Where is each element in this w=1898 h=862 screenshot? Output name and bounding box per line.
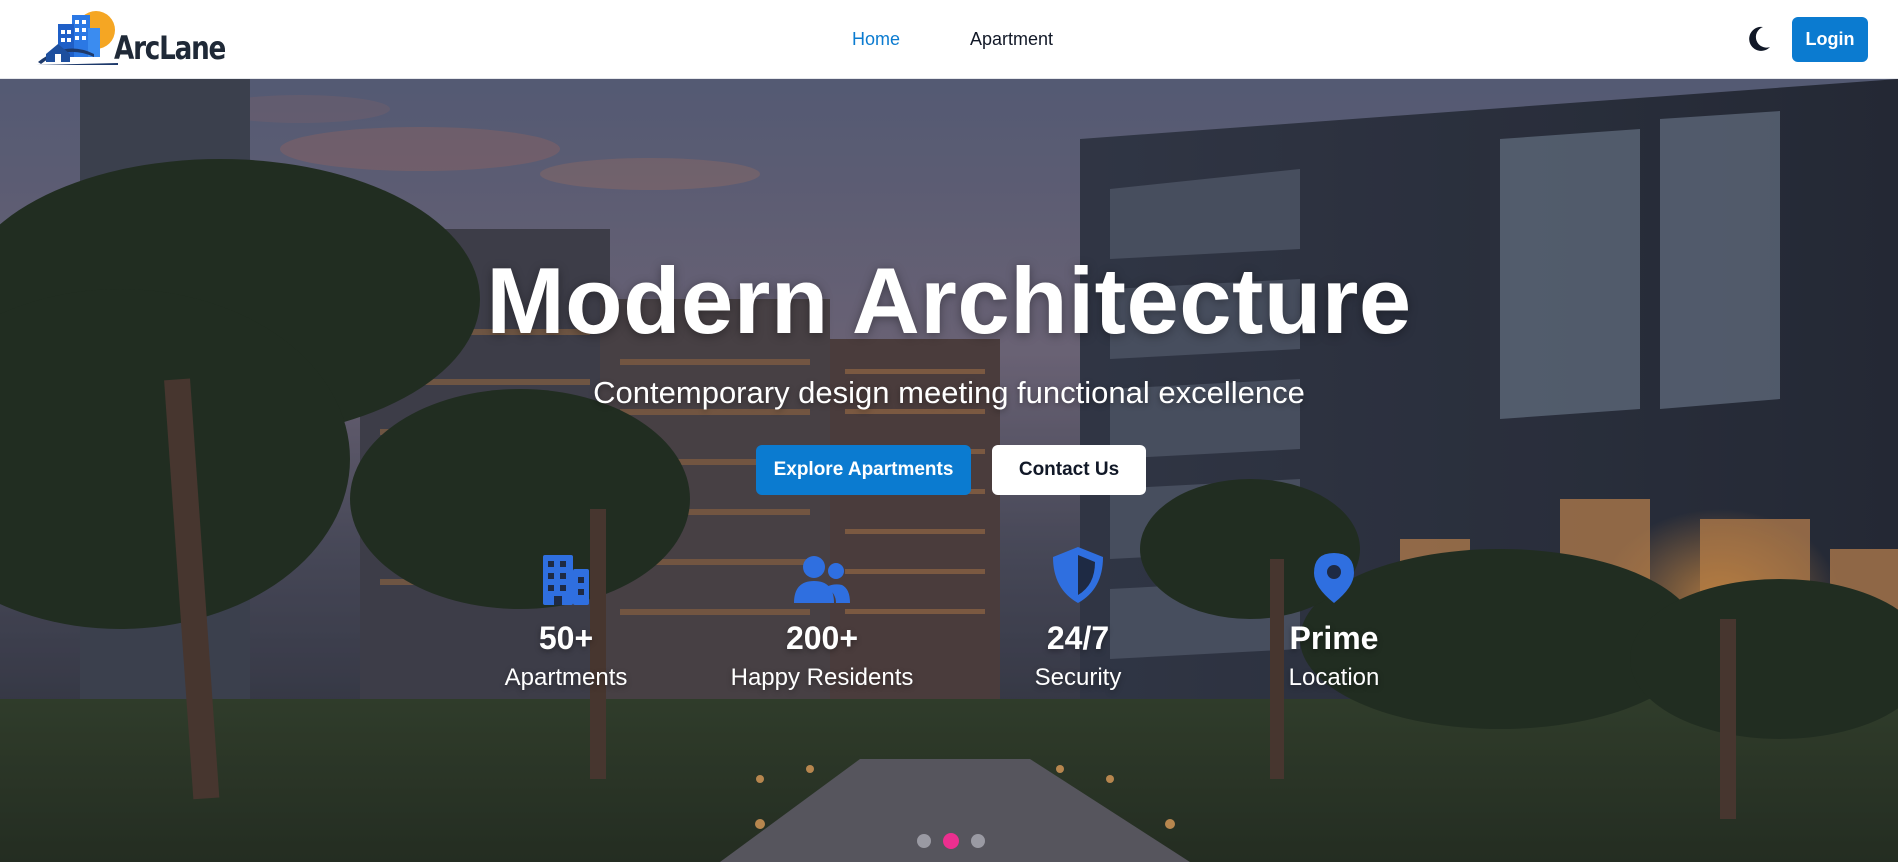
contact-us-button[interactable]: Contact Us: [992, 445, 1146, 495]
top-navbar: ArcLane Home Apartment Login: [0, 0, 1898, 79]
stat-happy-residents: 200+ Happy Residents: [712, 547, 932, 693]
stat-label: Apartments: [504, 664, 628, 691]
stat-label: Happy Residents: [730, 664, 914, 691]
stat-value: Prime: [1289, 620, 1379, 656]
carousel-indicators: [917, 833, 985, 849]
stat-apartments: 50+ Apartments: [456, 547, 676, 693]
stat-location: Prime Location: [1224, 547, 1444, 693]
stat-value: 24/7: [1046, 620, 1110, 656]
users-icon: [794, 556, 850, 603]
stat-security: 24/7 Security: [968, 547, 1188, 693]
nav-link-apartment[interactable]: Apartment: [970, 28, 1053, 50]
hero-section: Modern Architecture Contemporary design …: [0, 79, 1898, 862]
theme-toggle-button[interactable]: [1744, 24, 1774, 54]
shield-icon: [1053, 547, 1103, 603]
carousel-dot[interactable]: [971, 834, 985, 848]
main-nav: Home Apartment: [852, 28, 1053, 50]
nav-link-home[interactable]: Home: [852, 28, 900, 50]
hero-subtitle: Contemporary design meeting functional e…: [593, 375, 1305, 410]
explore-apartments-button[interactable]: Explore Apartments: [756, 445, 971, 495]
hero-actions: Explore Apartments Contact Us: [756, 445, 1146, 495]
logo-building-icon: [36, 11, 118, 65]
carousel-dot[interactable]: [917, 834, 931, 848]
stat-value: 50+: [538, 620, 594, 656]
map-pin-icon: [1314, 553, 1354, 603]
hero-title: Modern Architecture: [486, 248, 1412, 353]
moon-icon: [1749, 26, 1770, 51]
stat-label: Location: [1288, 664, 1380, 691]
stat-label: Security: [1034, 664, 1122, 691]
carousel-dot-active[interactable]: [943, 833, 959, 849]
login-button[interactable]: Login: [1792, 17, 1868, 62]
stat-value: 200+: [785, 620, 859, 656]
brand-logo[interactable]: ArcLane: [36, 10, 249, 66]
brand-name: ArcLane: [114, 29, 226, 67]
building-icon: [543, 555, 589, 605]
